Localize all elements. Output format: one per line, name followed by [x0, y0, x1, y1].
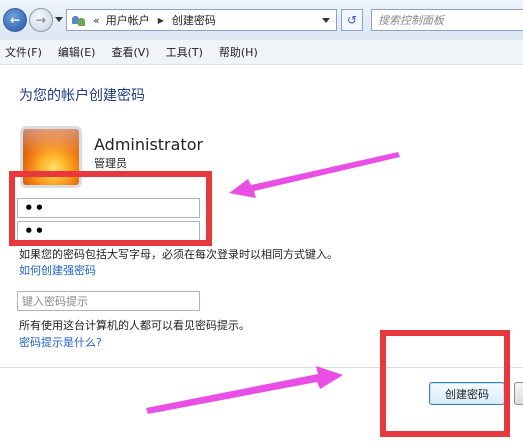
- breadcrumb-create-password[interactable]: 创建密码: [172, 12, 216, 28]
- address-toolbar: ← → « 用户帐户 ▶ 创建密码 ↺ 搜索控制面板: [0, 0, 523, 40]
- menu-tools[interactable]: 工具(T): [158, 44, 211, 60]
- annotation-arrow-button: [146, 366, 343, 414]
- forward-arrow-icon[interactable]: →: [29, 8, 53, 32]
- strong-password-link[interactable]: 如何创建强密码: [19, 262, 96, 278]
- user-role: 管理员: [94, 157, 127, 170]
- page-title: 为您的帐户创建密码: [19, 88, 145, 104]
- user-name: Administrator: [94, 135, 204, 154]
- overflow-chevron[interactable]: «: [93, 14, 100, 27]
- address-field[interactable]: « 用户帐户 ▶ 创建密码: [66, 9, 337, 31]
- recent-pages-dropdown-icon[interactable]: [55, 17, 63, 22]
- password-hint-help-link[interactable]: 密码提示是什么?: [19, 334, 102, 350]
- menu-help[interactable]: 帮助(H): [211, 44, 266, 60]
- refresh-icon[interactable]: ↺: [341, 9, 363, 31]
- case-sensitivity-note: 如果您的密码包括大写字母，必须在每次登录时以相同方式键入。: [19, 248, 338, 261]
- menu-bar: 文件(F) 编辑(E) 查看(V) 工具(T) 帮助(H): [0, 40, 523, 65]
- search-input[interactable]: 搜索控制面板: [371, 9, 523, 31]
- annotation-box-password-fields: [9, 171, 212, 246]
- annotation-arrow-password: [229, 152, 400, 198]
- password-hint-field[interactable]: 键入密码提示: [17, 291, 200, 311]
- cancel-button[interactable]: [514, 382, 523, 405]
- address-dropdown-icon[interactable]: [322, 17, 330, 23]
- breadcrumb-separator-icon[interactable]: ▶: [158, 16, 164, 25]
- users-icon: [71, 13, 87, 27]
- menu-file[interactable]: 文件(F): [0, 44, 50, 60]
- breadcrumb-user-accounts[interactable]: 用户帐户: [106, 12, 150, 28]
- menu-view[interactable]: 查看(V): [103, 44, 157, 60]
- hint-visibility-note: 所有使用这台计算机的人都可以看见密码提示。: [19, 319, 250, 332]
- back-arrow-icon[interactable]: ←: [3, 8, 27, 32]
- menu-edit[interactable]: 编辑(E): [50, 44, 104, 60]
- annotation-box-create-button: [380, 330, 510, 437]
